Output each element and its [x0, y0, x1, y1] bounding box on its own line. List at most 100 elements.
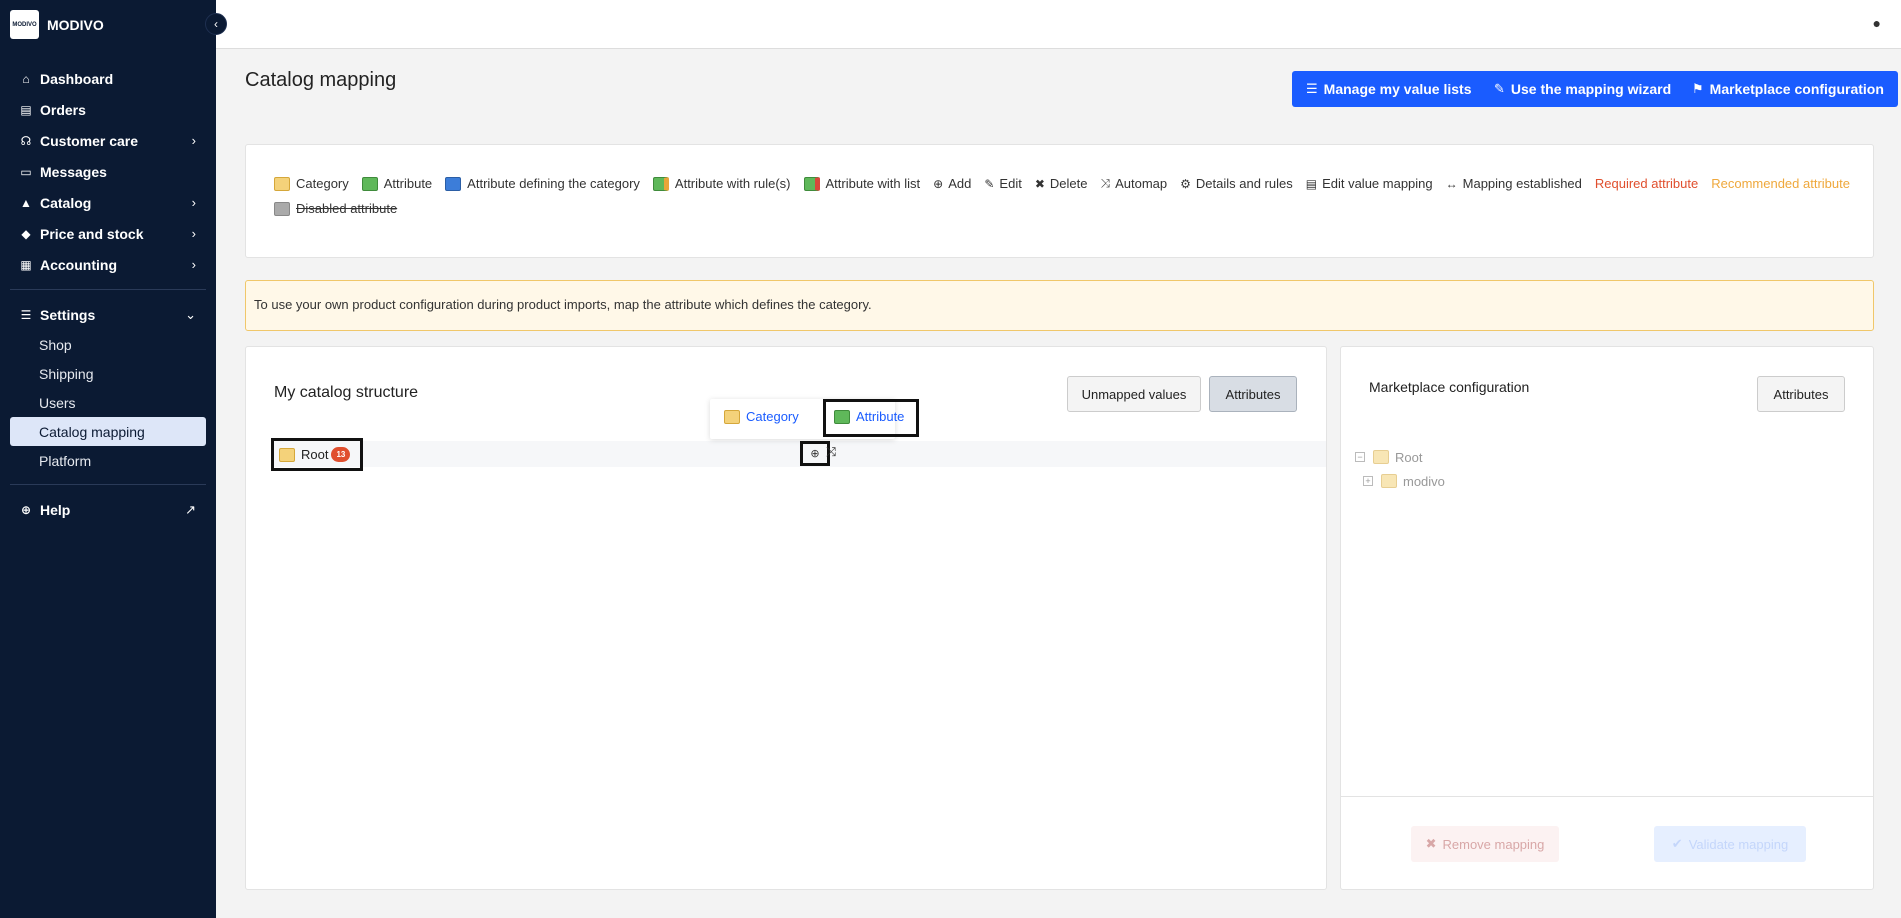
sidebar-item-dashboard[interactable]: ⌂ Dashboard [0, 63, 216, 94]
invoice-icon: ▦ [20, 257, 32, 272]
sidebar-item-label: Customer care [40, 132, 139, 149]
popup-category-option[interactable]: Category [724, 409, 799, 424]
category-icon [1381, 474, 1397, 488]
legend-label: Category [296, 176, 349, 191]
sidebar-item-label: Accounting [40, 256, 117, 273]
legend-attribute-list: Attribute with list [803, 175, 921, 192]
sidebar-item-catalog[interactable]: ▲ Catalog › [0, 187, 216, 218]
legend-required: Required attribute [1594, 176, 1699, 191]
sidebar-subitem-shipping[interactable]: Shipping [10, 359, 206, 388]
button-label: Manage my value lists [1323, 81, 1472, 97]
sidebar-nav: ⌂ Dashboard ▤ Orders ☊ Customer care › ▭… [0, 63, 216, 525]
brand[interactable]: MODIVO MODIVO [10, 10, 104, 39]
lifebuoy-icon: ⊕ [20, 502, 32, 517]
sidebar-subitem-platform[interactable]: Platform [10, 446, 206, 475]
attribute-rules-icon [652, 176, 669, 191]
count-badge: 13 [331, 447, 351, 462]
manage-value-lists-button[interactable]: ☰ Manage my value lists [1292, 71, 1486, 107]
shapes-icon: ▲ [20, 195, 32, 210]
x-icon: ✖ [1425, 836, 1437, 851]
highlight-box [823, 399, 919, 437]
marketplace-attributes-button[interactable]: Attributes [1757, 376, 1845, 412]
expand-icon[interactable]: + [1363, 476, 1373, 486]
node-label: modivo [1403, 473, 1445, 489]
table-icon: ▤ [1305, 176, 1318, 191]
node-label: Root [301, 447, 329, 462]
automap-icon[interactable]: ⤨ [826, 444, 836, 460]
chat-icon: ▭ [20, 164, 32, 179]
gear-icon: ⚙ [1180, 176, 1191, 191]
legend-label: Details and rules [1195, 176, 1293, 191]
panel-title: Marketplace configuration [1369, 379, 1530, 395]
legend-label: Attribute [383, 176, 433, 191]
user-icon[interactable]: ● [1873, 15, 1881, 31]
sidebar-item-label: Catalog [40, 194, 92, 211]
brand-logo: MODIVO [10, 10, 39, 39]
chevron-down-icon: ⌄ [185, 306, 196, 322]
mapping-wizard-button[interactable]: ✎ Use the mapping wizard [1480, 71, 1686, 107]
panel-title: My catalog structure [274, 384, 419, 401]
tree-row-root[interactable] [271, 441, 1326, 467]
sliders-icon: ☰ [20, 307, 32, 322]
sidebar-item-settings[interactable]: ☰ Settings ⌄ [0, 299, 216, 330]
button-label: Use the mapping wizard [1510, 81, 1672, 97]
legend-label: Mapping established [1462, 176, 1582, 191]
shuffle-icon: ⤨ [1100, 176, 1111, 190]
legend-label: Attribute defining the category [467, 176, 640, 191]
sidebar-subitem-users[interactable]: Users [10, 388, 206, 417]
marketplace-configuration-button[interactable]: ⚑ Marketplace configuration [1678, 71, 1898, 107]
legend-label: Attribute with rule(s) [674, 176, 791, 191]
sidebar-item-orders[interactable]: ▤ Orders [0, 94, 216, 125]
attribute-icon [361, 176, 378, 191]
unmapped-values-button[interactable]: Unmapped values [1067, 376, 1201, 412]
info-notice: To use your own product configuration du… [245, 280, 1874, 331]
chevron-left-icon: ‹ [214, 17, 218, 31]
validate-mapping-button[interactable]: ✔ Validate mapping [1654, 826, 1806, 862]
sidebar-item-customer-care[interactable]: ☊ Customer care › [0, 125, 216, 156]
panel-divider [1341, 796, 1873, 797]
chevron-right-icon: › [191, 257, 196, 272]
legend-label: Add [948, 176, 972, 191]
tag-icon: ◆ [21, 226, 31, 241]
button-label: Remove mapping [1442, 836, 1545, 852]
legend-edit: ✎ Edit [984, 175, 1021, 192]
marketplace-tree: − Root + modivo [1355, 445, 1445, 493]
sidebar-subitem-catalog-mapping[interactable]: Catalog mapping [10, 417, 206, 446]
legend-recommended: Recommended attribute [1711, 176, 1850, 191]
legend-details: ⚙ Details and rules [1180, 175, 1293, 192]
sidebar-item-accounting[interactable]: ▦ Accounting › [0, 249, 216, 280]
marketplace-panel: Marketplace configuration Attributes − R… [1340, 346, 1874, 890]
legend-label: Disabled attribute [296, 201, 398, 216]
brand-name: MODIVO [47, 16, 104, 33]
sidebar-item-help[interactable]: ⊕ Help ↗ [0, 494, 216, 525]
sidebar-item-price-stock[interactable]: ◆ Price and stock › [0, 218, 216, 249]
plus-circle-icon: ⊕ [810, 448, 820, 460]
check-icon: ✔ [1671, 836, 1683, 851]
collapse-icon[interactable]: − [1355, 452, 1365, 462]
catalog-structure-panel: My catalog structure Unmapped values Att… [245, 346, 1327, 890]
top-bar: ● [216, 0, 1901, 49]
tree-node-root[interactable]: Root 13 [271, 438, 363, 471]
tree-node-modivo[interactable]: + modivo [1355, 469, 1445, 493]
legend-label: Attribute with list [825, 176, 921, 191]
chevron-right-icon: › [191, 226, 196, 241]
sidebar-item-label: Help [40, 501, 71, 518]
tree-node-root[interactable]: − Root [1355, 445, 1445, 469]
legend-label: Edit [999, 176, 1022, 191]
remove-mapping-button[interactable]: ✖ Remove mapping [1411, 826, 1559, 862]
chevron-right-icon: › [191, 195, 196, 210]
node-label: Root [1395, 449, 1423, 465]
plus-circle-icon: ⊕ [933, 176, 944, 191]
legend-edit-value-mapping: ▤ Edit value mapping [1306, 175, 1433, 192]
legend-defining-attribute: Attribute defining the category [445, 175, 640, 192]
sidebar-item-label: Dashboard [40, 70, 114, 87]
x-icon: ✖ [1034, 176, 1045, 191]
sidebar-subitem-shop[interactable]: Shop [10, 330, 206, 359]
attributes-toggle-button[interactable]: Attributes [1209, 376, 1297, 412]
legend-category: Category [274, 175, 349, 192]
sidebar-item-label: Price and stock [40, 225, 144, 242]
sidebar-collapse-button[interactable]: ‹ [205, 13, 227, 35]
sidebar-item-label: Messages [40, 163, 107, 180]
page-title: Catalog mapping [245, 69, 397, 91]
sidebar-item-messages[interactable]: ▭ Messages [0, 156, 216, 187]
